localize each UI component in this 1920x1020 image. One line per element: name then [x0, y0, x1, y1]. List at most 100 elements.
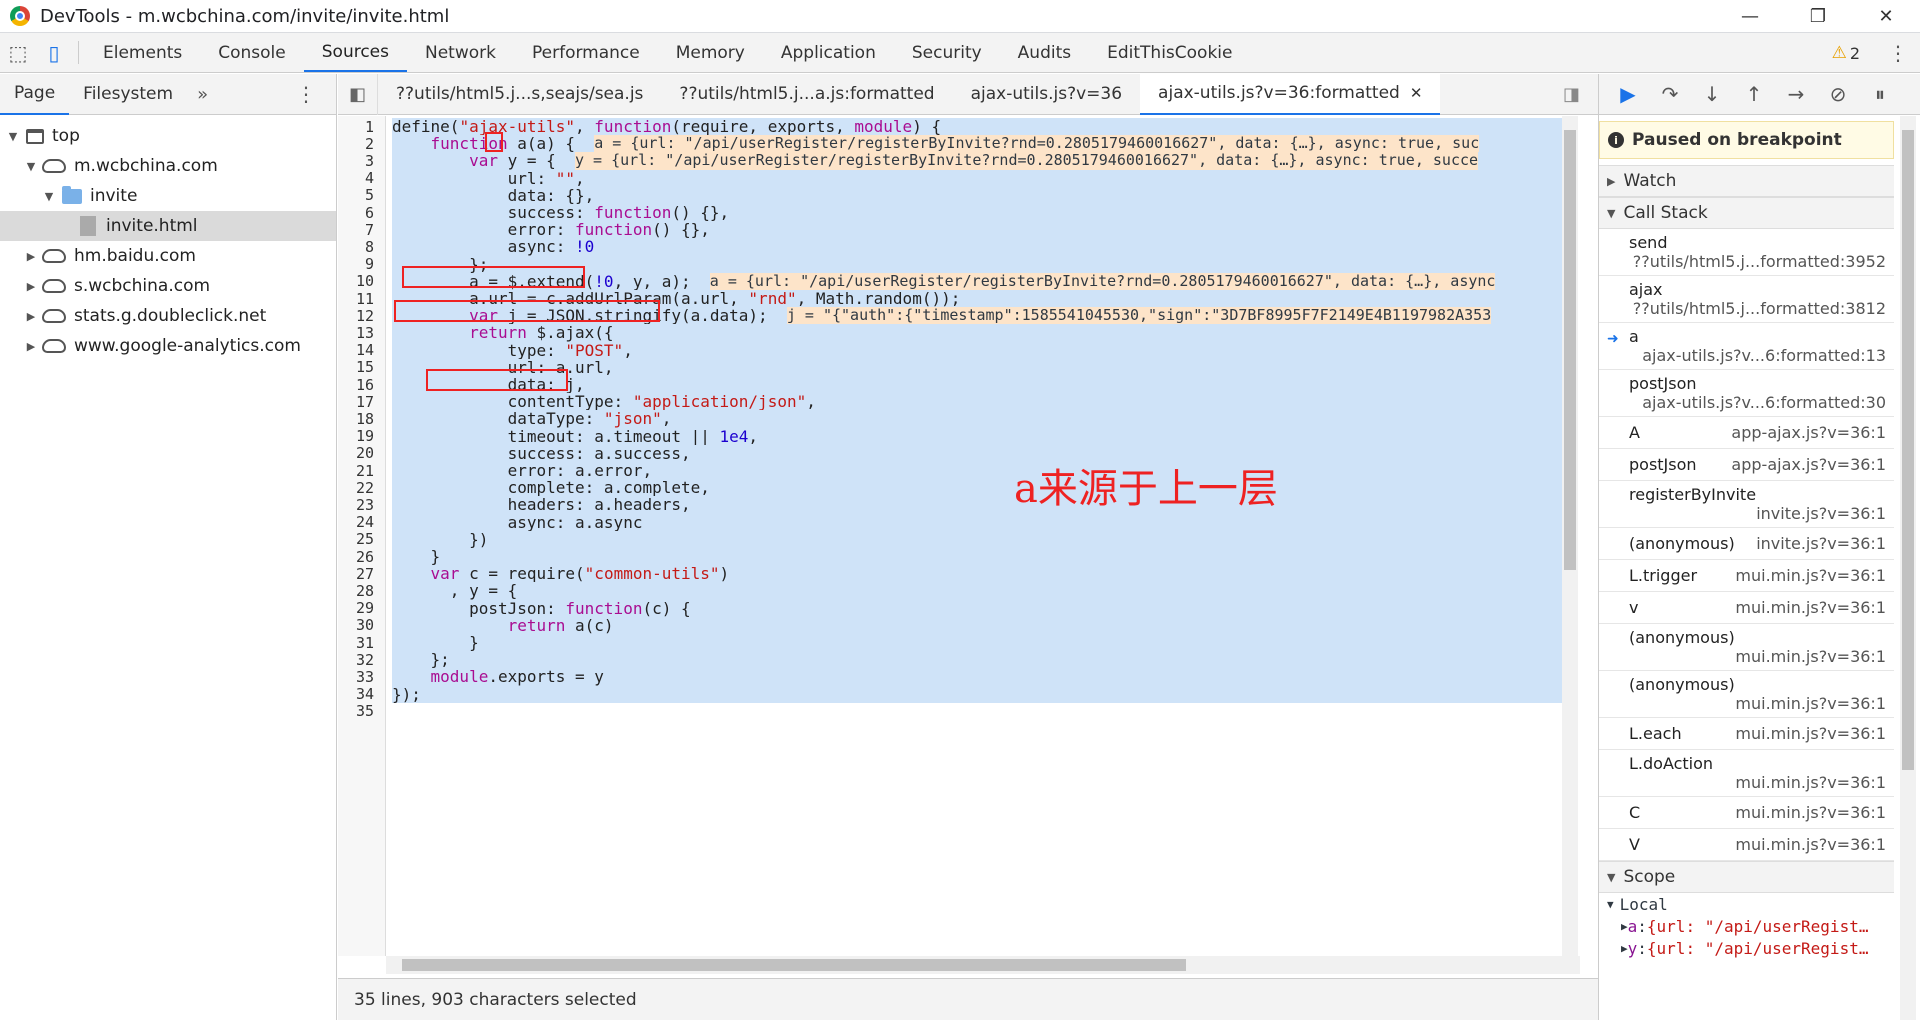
code-line[interactable]: 35 [338, 702, 1598, 720]
expand-arrow-icon[interactable]: ▶ [24, 250, 38, 263]
line-number[interactable]: 4 [338, 169, 380, 187]
line-number[interactable]: 14 [338, 341, 380, 359]
expand-arrow-icon[interactable]: ▶ [24, 340, 38, 353]
call-frame-location[interactable]: mui.min.js?v=36:1 [1629, 647, 1886, 666]
code-line[interactable]: 17 contentType: "application/json", [338, 392, 1598, 411]
code-line[interactable]: 28 , y = { [338, 581, 1598, 600]
line-number[interactable]: 1 [338, 118, 380, 136]
tree-item[interactable]: ▶ www.google-analytics.com [0, 331, 336, 361]
tree-item[interactable]: invite.html [0, 211, 336, 241]
collapse-arrow-icon[interactable]: ▼ [24, 160, 38, 173]
call-frame[interactable]: ajax ??utils/html5.j...formatted:3812 [1599, 276, 1894, 323]
file-tab[interactable]: ajax-utils.js?v=36 [953, 74, 1140, 115]
step-into-icon[interactable]: ↓ [1691, 74, 1733, 115]
call-frame-location[interactable]: invite.js?v=36:1 [1629, 504, 1886, 523]
code-area[interactable]: 1 define("ajax-utils", function(require, … [338, 116, 1598, 956]
call-frame[interactable]: (anonymous) mui.min.js?v=36:1 [1599, 671, 1894, 718]
tree-item[interactable]: ▼ top [0, 121, 336, 151]
call-frame[interactable]: L.trigger mui.min.js?v=36:1 [1599, 560, 1894, 592]
call-frame-location[interactable]: ??utils/html5.j...formatted:3812 [1629, 299, 1886, 318]
file-tab[interactable]: ??utils/html5.j...s,seajs/sea.js [378, 74, 661, 115]
tab-memory[interactable]: Memory [658, 33, 763, 72]
line-number[interactable]: 22 [338, 479, 380, 497]
tab-performance[interactable]: Performance [514, 33, 658, 72]
code-line[interactable]: 4 url: "", [338, 169, 1598, 188]
line-number[interactable]: 9 [338, 255, 380, 273]
line-number[interactable]: 33 [338, 668, 380, 686]
line-number[interactable]: 30 [338, 616, 380, 634]
line-number[interactable]: 17 [338, 393, 380, 411]
line-number[interactable]: 25 [338, 530, 380, 548]
code-line[interactable]: 5 data: {}, [338, 186, 1598, 205]
line-number[interactable]: 12 [338, 307, 380, 325]
line-number[interactable]: 32 [338, 651, 380, 669]
watch-section-header[interactable]: ▶ Watch [1599, 165, 1894, 197]
call-frame-location[interactable]: mui.min.js?v=36:1 [1629, 694, 1886, 713]
code-line[interactable]: 22 complete: a.complete, [338, 478, 1598, 497]
line-number[interactable]: 34 [338, 685, 380, 703]
call-frame[interactable]: (anonymous) mui.min.js?v=36:1 [1599, 624, 1894, 671]
sidebar-scrollbar[interactable] [1900, 116, 1916, 1020]
call-frame-location[interactable]: ajax-utils.js?v...6:formatted:13 [1629, 346, 1886, 365]
call-frame-location[interactable]: app-ajax.js?v=36:1 [1731, 455, 1886, 474]
tab-sources[interactable]: Sources [303, 33, 407, 72]
line-number[interactable]: 18 [338, 410, 380, 428]
device-toggle-icon[interactable]: ▯ [36, 33, 72, 72]
code-line[interactable]: 32 }; [338, 650, 1598, 669]
line-number[interactable]: 35 [338, 702, 380, 720]
line-number[interactable]: 3 [338, 152, 380, 170]
call-frame[interactable]: send ??utils/html5.j...formatted:3952 [1599, 229, 1894, 276]
maximize-button[interactable]: ❐ [1784, 0, 1852, 33]
line-number[interactable]: 24 [338, 513, 380, 531]
line-number[interactable]: 11 [338, 290, 380, 308]
line-number[interactable]: 6 [338, 204, 380, 222]
code-line[interactable]: 27 var c = require("common-utils") [338, 564, 1598, 583]
call-frame-location[interactable]: invite.js?v=36:1 [1756, 534, 1886, 553]
code-line[interactable]: 6 success: function() {}, [338, 203, 1598, 222]
line-number[interactable]: 15 [338, 358, 380, 376]
tab-network[interactable]: Network [407, 33, 514, 72]
code-line[interactable]: 30 return a(c) [338, 616, 1598, 635]
code-line[interactable]: 8 async: !0 [338, 237, 1598, 256]
tab-audits[interactable]: Audits [1000, 33, 1089, 72]
code-line[interactable]: 13 return $.ajax({ [338, 323, 1598, 342]
collapse-arrow-icon[interactable]: ▼ [42, 190, 56, 203]
scope-local-header[interactable]: ▼ Local [1599, 893, 1894, 915]
call-frame-location[interactable]: ??utils/html5.j...formatted:3952 [1629, 252, 1886, 271]
line-number[interactable]: 26 [338, 548, 380, 566]
line-number[interactable]: 19 [338, 427, 380, 445]
call-frame-location[interactable]: mui.min.js?v=36:1 [1735, 835, 1886, 854]
call-frame[interactable]: Cmui.min.js?v=36:1 [1599, 797, 1894, 829]
close-window-button[interactable]: ✕ [1852, 0, 1920, 33]
editor-horizontal-scrollbar[interactable] [386, 956, 1580, 974]
scope-section-header[interactable]: ▼ Scope [1599, 861, 1894, 893]
code-line[interactable]: 19 timeout: a.timeout || 1e4, [338, 427, 1598, 446]
line-number[interactable]: 13 [338, 324, 380, 342]
code-line[interactable]: 24 async: a.async [338, 513, 1598, 532]
expand-arrow-icon[interactable]: ▶ [24, 280, 38, 293]
code-line[interactable]: 31 } [338, 633, 1598, 652]
line-number[interactable]: 28 [338, 582, 380, 600]
tab-editthiscookie[interactable]: EditThisCookie [1089, 33, 1250, 72]
resume-icon[interactable]: ▶ [1607, 74, 1649, 115]
expand-arrow-icon[interactable]: ▶ [24, 310, 38, 323]
code-line[interactable]: 23 headers: a.headers, [338, 495, 1598, 514]
code-line[interactable]: 21 error: a.error, [338, 461, 1598, 480]
tab-page[interactable]: Page [0, 74, 70, 115]
tab-security[interactable]: Security [894, 33, 1000, 72]
code-line[interactable]: 25 }) [338, 530, 1598, 549]
call-frame[interactable]: (anonymous) invite.js?v=36:1 [1599, 528, 1894, 560]
warnings-badge[interactable]: ⚠ 2 [1832, 33, 1860, 73]
line-number[interactable]: 31 [338, 634, 380, 652]
code-line[interactable]: 7 error: function() {}, [338, 220, 1598, 239]
call-frame-location[interactable]: app-ajax.js?v=36:1 [1731, 423, 1886, 442]
line-number[interactable]: 27 [338, 565, 380, 583]
line-number[interactable]: 23 [338, 496, 380, 514]
tab-console[interactable]: Console [200, 33, 304, 72]
code-line[interactable]: 20 success: a.success, [338, 444, 1598, 463]
line-number[interactable]: 10 [338, 272, 380, 290]
tab-application[interactable]: Application [763, 33, 894, 72]
tab-filesystem[interactable]: Filesystem [69, 74, 187, 115]
call-frame[interactable]: ➜ a ajax-utils.js?v...6:formatted:13 [1599, 323, 1894, 370]
toggle-navigator-icon[interactable]: ◧ [338, 73, 378, 115]
